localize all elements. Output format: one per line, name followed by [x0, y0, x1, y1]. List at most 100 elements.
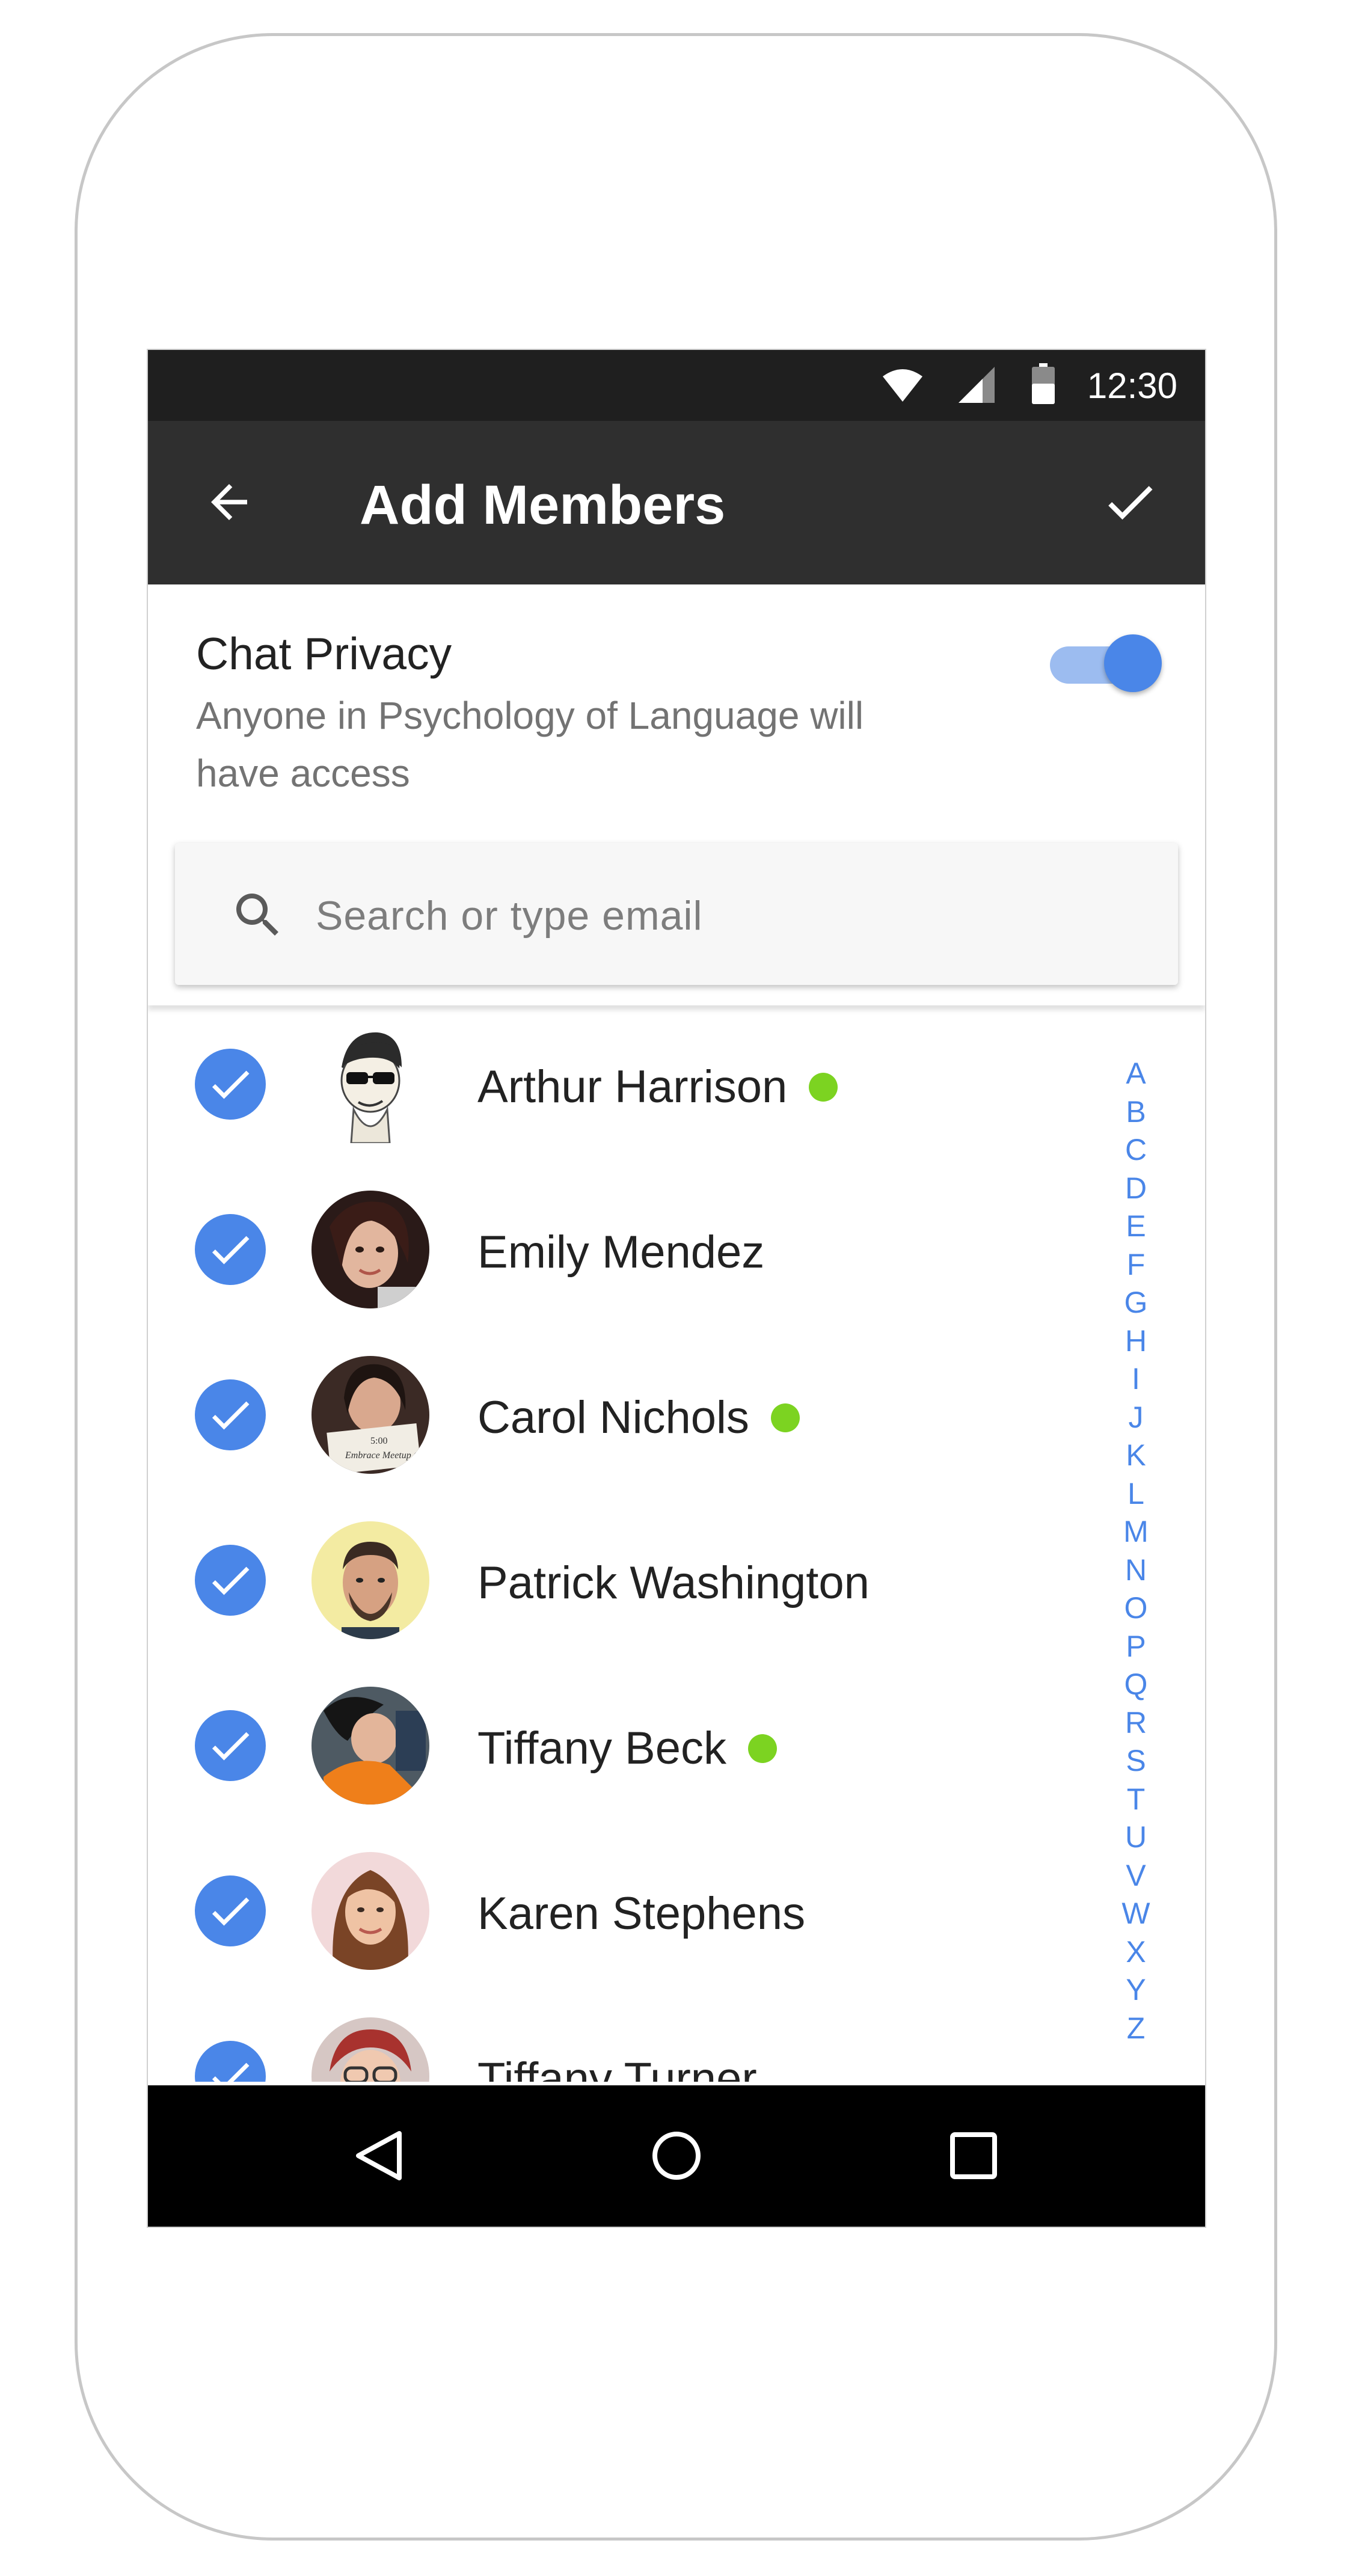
- triangle-back-icon: [356, 2131, 402, 2180]
- index-letter[interactable]: A: [1126, 1055, 1146, 1093]
- online-status-dot: [809, 1073, 838, 1102]
- index-letter[interactable]: Y: [1126, 1971, 1146, 2010]
- search-input[interactable]: [314, 885, 1135, 946]
- avatar: [311, 1521, 429, 1639]
- search-box: [175, 843, 1178, 985]
- check-icon: [212, 1401, 250, 1430]
- confirm-button[interactable]: [1097, 469, 1163, 535]
- member-name: Emily Mendez: [477, 1227, 765, 1278]
- index-letter[interactable]: V: [1126, 1857, 1146, 1895]
- index-letter[interactable]: I: [1132, 1360, 1140, 1399]
- list-item[interactable]: Karen Stephens: [148, 1829, 1086, 1994]
- avatar: [311, 1687, 429, 1805]
- toggle-thumb: [1104, 634, 1162, 692]
- member-name: Karen Stephens: [477, 1888, 806, 1939]
- check-icon: [212, 1070, 250, 1099]
- battery-icon: [1032, 363, 1055, 404]
- arrow-back-icon: [211, 484, 247, 520]
- svg-text:Embrace Meetup Cafe: Embrace Meetup Cafe: [345, 1450, 429, 1461]
- member-name: Tiffany Beck: [477, 1723, 726, 1774]
- index-letter[interactable]: O: [1124, 1589, 1148, 1628]
- index-letter[interactable]: R: [1125, 1704, 1147, 1743]
- member-name-row: Tiffany Turner: [477, 2052, 757, 2082]
- check-icon: [212, 2062, 250, 2082]
- check-icon: [212, 1732, 250, 1761]
- index-letter[interactable]: L: [1128, 1475, 1144, 1513]
- index-letter[interactable]: M: [1123, 1513, 1149, 1551]
- index-letter[interactable]: C: [1125, 1131, 1147, 1170]
- page-title: Add Members: [360, 474, 726, 536]
- index-letter[interactable]: K: [1126, 1437, 1146, 1475]
- member-name: Patrick Washington: [477, 1557, 870, 1608]
- check-icon: [212, 1236, 250, 1265]
- privacy-description: Anyone in Psychology of Language will ha…: [196, 694, 864, 795]
- member-name-row: Tiffany Beck: [477, 1722, 777, 1776]
- online-status-dot: [747, 1734, 777, 1763]
- member-name-row: Arthur Harrison: [477, 1060, 838, 1114]
- svg-text:5:00: 5:00: [370, 1436, 387, 1446]
- index-letter[interactable]: U: [1125, 1818, 1147, 1857]
- nav-back-button[interactable]: [346, 2123, 413, 2189]
- avatar: 5:00 Embrace Meetup Cafe: [311, 1356, 429, 1474]
- status-bar: 12:30: [148, 350, 1205, 421]
- privacy-title: Chat Privacy: [196, 628, 452, 679]
- status-time: 12:30: [1087, 366, 1177, 406]
- member-checkbox[interactable]: [195, 1379, 266, 1450]
- member-checkbox[interactable]: [195, 1545, 266, 1616]
- avatar: [311, 2017, 429, 2082]
- list-item[interactable]: Tiffany Turner: [148, 1995, 1086, 2082]
- member-checkbox[interactable]: [195, 1710, 266, 1781]
- member-name: Carol Nichols: [477, 1392, 749, 1443]
- list-item[interactable]: Tiffany Beck: [148, 1664, 1086, 1829]
- index-letter[interactable]: B: [1126, 1093, 1146, 1132]
- avatar: [311, 1025, 429, 1143]
- member-name-row: Emily Mendez: [477, 1225, 764, 1280]
- index-letter[interactable]: E: [1126, 1207, 1146, 1246]
- member-checkbox[interactable]: [195, 1049, 266, 1120]
- index-letter[interactable]: P: [1126, 1628, 1146, 1666]
- index-letter[interactable]: X: [1126, 1933, 1146, 1972]
- nav-recents-button[interactable]: [940, 2123, 1007, 2189]
- index-letter[interactable]: T: [1127, 1780, 1146, 1819]
- privacy-toggle[interactable]: [1050, 630, 1162, 696]
- alphabet-index[interactable]: A B C D E F G H I J K L M N O P Q R S T …: [1118, 1055, 1154, 2047]
- index-letter[interactable]: H: [1125, 1322, 1147, 1361]
- index-letter[interactable]: J: [1129, 1399, 1144, 1437]
- check-icon: [212, 1566, 250, 1595]
- member-list: Arthur Harrison Emily Mendez 5:00 Embrac…: [148, 1005, 1205, 2082]
- nav-home-button[interactable]: [643, 2123, 710, 2189]
- avatar: [311, 1852, 429, 1970]
- list-item[interactable]: 5:00 Embrace Meetup Cafe Carol Nichols: [148, 1333, 1086, 1498]
- square-recents-icon: [950, 2132, 997, 2179]
- avatar: [311, 1191, 429, 1308]
- index-letter[interactable]: Q: [1124, 1666, 1148, 1704]
- index-letter[interactable]: D: [1125, 1170, 1147, 1208]
- index-letter[interactable]: S: [1126, 1742, 1146, 1780]
- index-letter[interactable]: W: [1121, 1895, 1150, 1933]
- app-bar: Add Members: [148, 421, 1205, 584]
- app-screen: 12:30 Add Members Chat Privacy Anyone in…: [147, 349, 1206, 2228]
- online-status-dot: [770, 1403, 800, 1432]
- member-name-row: Carol Nichols: [477, 1391, 800, 1445]
- member-name: Tiffany Turner: [477, 2053, 757, 2082]
- index-letter[interactable]: Z: [1127, 2010, 1146, 2048]
- member-checkbox[interactable]: [195, 1875, 266, 1946]
- list-item[interactable]: Patrick Washington: [148, 1498, 1086, 1663]
- list-item[interactable]: Arthur Harrison: [148, 1005, 1086, 1167]
- check-icon: [212, 1897, 250, 1926]
- search-icon: [236, 894, 278, 936]
- index-letter[interactable]: F: [1127, 1246, 1146, 1284]
- member-checkbox[interactable]: [195, 1214, 266, 1285]
- index-letter[interactable]: N: [1125, 1551, 1147, 1590]
- member-name-row: Karen Stephens: [477, 1887, 805, 1941]
- list-item[interactable]: Emily Mendez: [148, 1168, 1086, 1332]
- index-letter[interactable]: G: [1124, 1284, 1148, 1322]
- member-name-row: Patrick Washington: [477, 1556, 870, 1610]
- wifi-icon: [883, 369, 922, 402]
- member-checkbox[interactable]: [195, 2041, 266, 2082]
- signal-icon: [959, 367, 995, 403]
- circle-home-icon: [652, 2132, 701, 2180]
- back-button[interactable]: [196, 469, 262, 535]
- check-icon: [1108, 486, 1153, 520]
- privacy-section: Chat Privacy Anyone in Psychology of Lan…: [148, 584, 1205, 1005]
